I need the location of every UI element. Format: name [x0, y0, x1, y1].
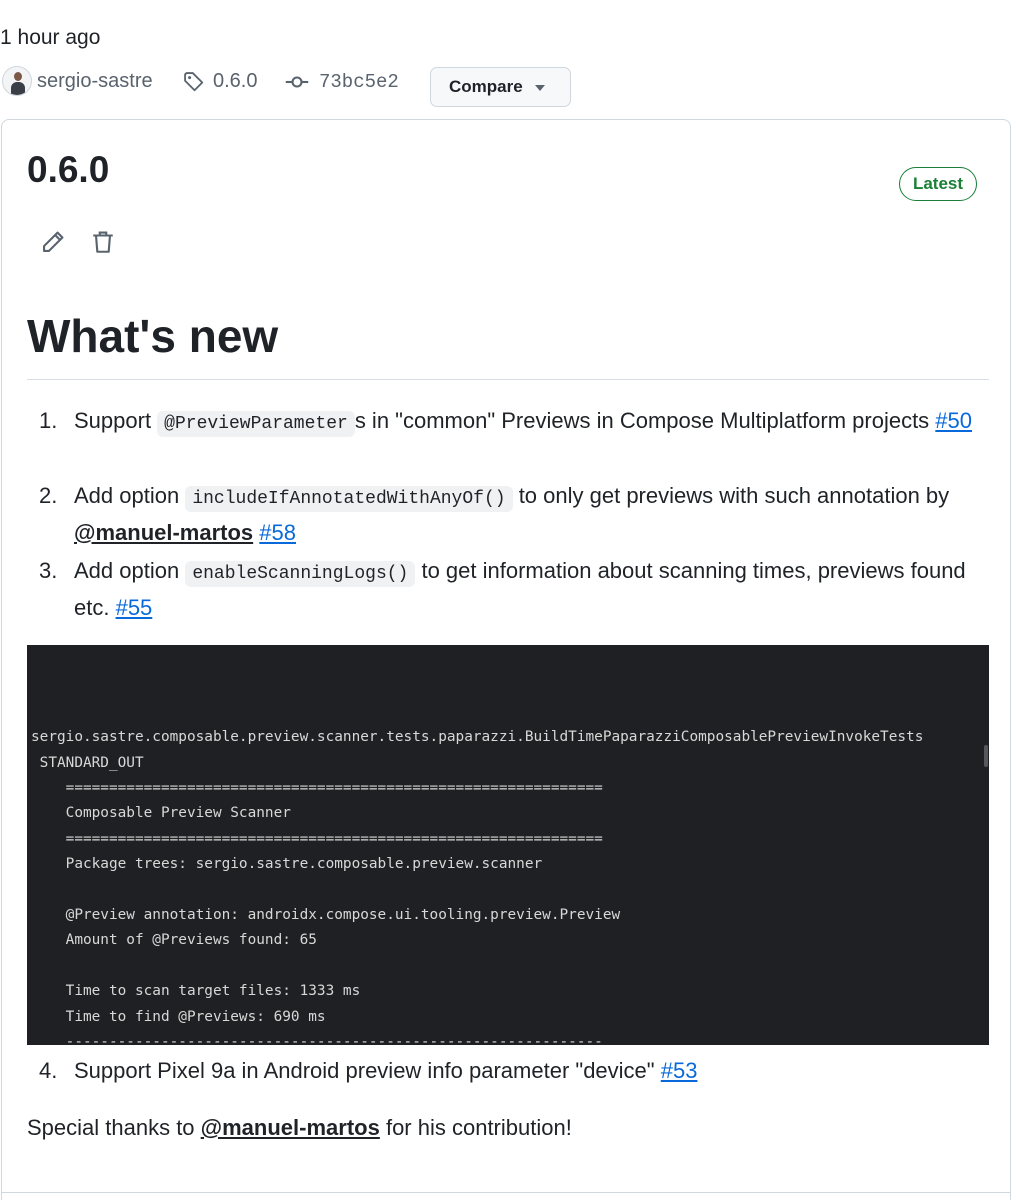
item-text: Add option [74, 483, 186, 508]
release-title[interactable]: 0.6.0 [27, 149, 109, 191]
terminal-line: ========================================… [31, 780, 603, 796]
list-number: 4. [39, 1058, 58, 1083]
commit-link[interactable]: 73bc5e2 [285, 70, 399, 94]
git-commit-icon [285, 76, 309, 88]
user-mention-link[interactable]: @manuel-martos [74, 520, 253, 545]
user-mention-link[interactable]: @manuel-martos [201, 1115, 380, 1140]
terminal-line: ========================================… [31, 830, 603, 847]
item-text: Support [74, 408, 158, 433]
triangle-down-icon [534, 85, 545, 91]
item-text: s in "common" Previews in Compose Multip… [354, 408, 936, 433]
tag-icon [184, 71, 204, 91]
compare-label: Compare [449, 77, 523, 96]
release-meta-row: sergio-sastre 0.6.0 73bc5e2 Compare [0, 62, 1000, 107]
trash-icon[interactable] [90, 229, 116, 255]
whats-new-heading: What's new [27, 310, 279, 362]
terminal-line: Time to scan target files: 1333 ms [31, 983, 361, 1000]
terminal-line: Composable Preview Scanner [31, 805, 291, 822]
thanks-text: for his contribution! [379, 1115, 572, 1140]
item-text: to only get previews with such annotatio… [512, 483, 950, 508]
author-link[interactable]: sergio-sastre [2, 66, 153, 96]
terminal-line: sergio.sastre.composable.preview.scanner… [31, 729, 924, 746]
inline-code: enableScanningLogs() [185, 561, 416, 587]
terminal-line: STANDARD_OUT [31, 754, 144, 771]
item-text: Support Pixel 9a in Android preview info… [74, 1058, 661, 1083]
list-number: 2. [39, 483, 58, 508]
item-text: Add option [74, 558, 186, 583]
time-ago: 1 hour ago [0, 26, 101, 49]
author-name[interactable]: sergio-sastre [37, 70, 153, 93]
issue-link[interactable]: #50 [935, 408, 972, 433]
terminal-line: @Preview annotation: androidx.compose.ui… [31, 906, 621, 923]
terminal-output-screenshot: sergio.sastre.composable.preview.scanner… [27, 645, 989, 1045]
issue-link[interactable]: #53 [661, 1058, 698, 1083]
terminal-line: Package trees: sergio.sastre.composable.… [31, 856, 543, 873]
terminal-line: Time to find @Previews: 690 ms [31, 1008, 326, 1025]
heading-divider [27, 379, 989, 380]
list-number: 3. [39, 558, 58, 583]
pencil-icon[interactable] [40, 229, 66, 255]
commit-sha[interactable]: 73bc5e2 [319, 71, 399, 93]
list-number: 1. [39, 408, 58, 433]
issue-link[interactable]: #55 [116, 595, 153, 620]
card-footer-divider [2, 1192, 1010, 1193]
issue-link[interactable]: #58 [259, 520, 296, 545]
thanks-paragraph: Special thanks to @manuel-martos for his… [27, 1111, 572, 1145]
terminal-line: Amount of @Previews found: 65 [31, 932, 317, 949]
avatar[interactable] [2, 66, 32, 96]
tag-link[interactable]: 0.6.0 [183, 70, 257, 93]
terminal-scrollbar [984, 745, 988, 767]
compare-button[interactable]: Compare [430, 67, 571, 107]
inline-code: @PreviewParameter [157, 411, 355, 437]
latest-badge: Latest [899, 167, 977, 201]
terminal-line: ----------------------------------------… [31, 1033, 603, 1045]
release-card: 0.6.0 Latest What's new 1. Support @Prev… [1, 119, 1011, 1200]
thanks-text: Special thanks to [27, 1115, 201, 1140]
tag-name[interactable]: 0.6.0 [213, 70, 257, 93]
inline-code: includeIfAnnotatedWithAnyOf() [185, 486, 513, 512]
